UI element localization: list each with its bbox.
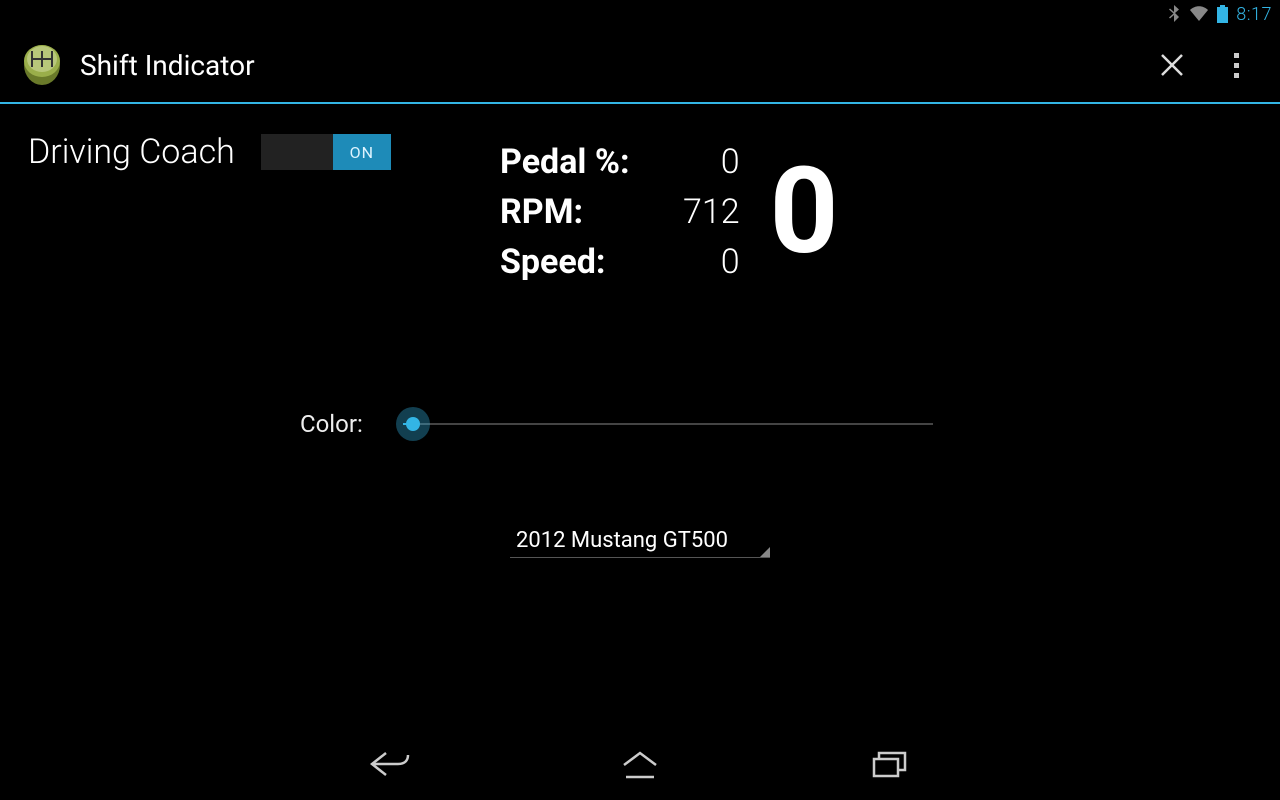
- wifi-icon: [1189, 6, 1209, 22]
- app-icon: [20, 43, 64, 87]
- nav-back-button[interactable]: [360, 740, 420, 788]
- status-bar: 8:17: [0, 0, 1280, 28]
- speed-value: 0: [660, 242, 740, 282]
- dropdown-caret-icon: [760, 547, 770, 557]
- switch-thumb: ON: [333, 134, 391, 170]
- action-bar: Shift Indicator: [0, 28, 1280, 104]
- slider-track: [403, 423, 933, 425]
- gauge-block: Pedal %: 0 RPM: 712 Speed: 0 0: [500, 142, 838, 282]
- recents-icon: [871, 749, 909, 779]
- close-button[interactable]: [1148, 41, 1196, 89]
- driving-coach-label: Driving Coach: [28, 132, 235, 172]
- overflow-menu-button[interactable]: [1212, 41, 1260, 89]
- gear-value: 0: [770, 152, 839, 272]
- close-icon: [1159, 52, 1185, 78]
- home-icon: [620, 749, 660, 779]
- page-title: Shift Indicator: [80, 49, 1132, 82]
- pedal-label: Pedal %:: [500, 142, 630, 182]
- vehicle-selected: 2012 Mustang GT500: [516, 528, 750, 553]
- bluetooth-icon: [1167, 5, 1181, 23]
- driving-coach-switch[interactable]: ON: [261, 134, 391, 170]
- overflow-icon: [1234, 53, 1239, 78]
- nav-recents-button[interactable]: [860, 740, 920, 788]
- vehicle-dropdown[interactable]: 2012 Mustang GT500: [510, 514, 770, 558]
- back-icon: [368, 749, 412, 779]
- color-slider[interactable]: [403, 404, 933, 444]
- status-clock: 8:17: [1236, 4, 1272, 25]
- navigation-bar: [0, 728, 1280, 800]
- rpm-value: 712: [660, 192, 740, 232]
- rpm-label: RPM:: [500, 192, 630, 232]
- content-area: Driving Coach ON Pedal %: 0 RPM: 712 Spe…: [0, 104, 1280, 728]
- battery-icon: [1217, 5, 1228, 23]
- gauge-table: Pedal %: 0 RPM: 712 Speed: 0: [500, 142, 740, 282]
- slider-thumb: [396, 407, 430, 441]
- nav-home-button[interactable]: [610, 740, 670, 788]
- pedal-value: 0: [660, 142, 740, 182]
- speed-label: Speed:: [500, 242, 630, 282]
- color-row: Color:: [300, 404, 933, 444]
- color-label: Color:: [300, 410, 363, 438]
